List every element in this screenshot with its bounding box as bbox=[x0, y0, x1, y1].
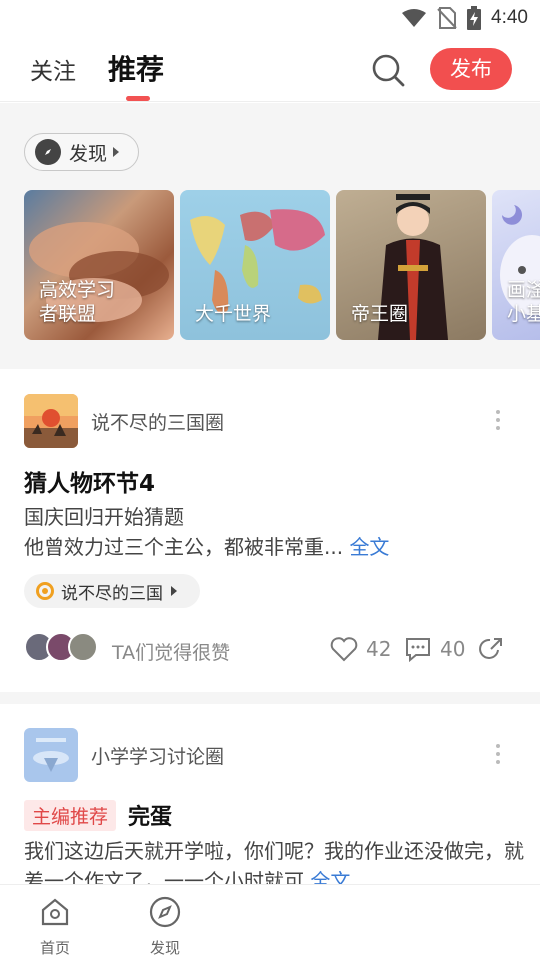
battery-charging-icon bbox=[467, 6, 482, 30]
search-icon[interactable] bbox=[368, 50, 408, 90]
tab-follow[interactable]: 关注 bbox=[30, 52, 76, 86]
compass-icon bbox=[35, 139, 61, 165]
compass-icon bbox=[149, 896, 181, 928]
liker-avatars[interactable] bbox=[24, 632, 104, 664]
home-icon bbox=[41, 898, 69, 926]
circle-card-label: 帝王圈 bbox=[351, 303, 409, 325]
like-button[interactable]: 42 bbox=[330, 636, 391, 662]
more-options-icon[interactable] bbox=[494, 744, 502, 766]
circle-card-label: 高效学习 者联盟 bbox=[39, 279, 116, 325]
status-bar: 4:40 bbox=[0, 0, 540, 36]
discover-button[interactable]: 发现 bbox=[24, 133, 139, 171]
circle-avatar[interactable] bbox=[24, 728, 78, 782]
publish-button[interactable]: 发布 bbox=[430, 48, 512, 90]
tab-recommend[interactable]: 推荐 bbox=[108, 48, 164, 88]
circle-card-emperor[interactable]: 帝王圈 bbox=[336, 190, 486, 340]
top-nav: 关注 推荐 发布 bbox=[0, 36, 540, 102]
post-body-line: 国庆回归开始猜题 bbox=[24, 505, 184, 529]
bottom-nav: 首页 发现 bbox=[0, 884, 540, 960]
heart-icon bbox=[330, 637, 358, 662]
circle-card-study[interactable]: 高效学习 者联盟 bbox=[24, 190, 174, 340]
post-body-line: 他曾效力过三个主公，都被非常重... 全文 bbox=[24, 532, 524, 562]
nav-discover[interactable]: 发现 bbox=[130, 895, 200, 958]
circle-name[interactable]: 小学学习讨论圈 bbox=[91, 742, 224, 769]
post-title[interactable]: 完蛋 bbox=[128, 799, 172, 831]
status-icons: 4:40 bbox=[401, 5, 528, 31]
circle-card-label: 大千世界 bbox=[195, 303, 272, 325]
wifi-icon bbox=[402, 9, 427, 27]
status-time: 4:40 bbox=[491, 7, 528, 28]
section-divider bbox=[0, 692, 540, 704]
nav-label: 首页 bbox=[39, 939, 70, 957]
avatar bbox=[68, 632, 98, 662]
more-options-icon[interactable] bbox=[494, 410, 502, 432]
comment-count: 40 bbox=[440, 637, 466, 661]
circle-avatar[interactable] bbox=[24, 394, 78, 448]
topic-icon bbox=[36, 582, 54, 600]
post-body-text: 他曾效力过三个主公，都被非常重... bbox=[24, 535, 344, 559]
post-body[interactable]: 国庆回归开始猜题 他曾效力过三个主公，都被非常重... 全文 bbox=[24, 502, 524, 562]
circle-card-label: 画滏 小基 bbox=[507, 279, 540, 325]
post-card[interactable]: 小学学习讨论圈 主编推荐 完蛋 我们这边后天就开学啦，你们呢？我的作业还没做完，… bbox=[0, 704, 540, 893]
like-count: 42 bbox=[366, 637, 392, 661]
active-tab-indicator bbox=[126, 96, 150, 101]
discover-section: 发现 高效学习 者联盟 大千世界 帝王圈 画滏 小基 bbox=[0, 103, 540, 369]
post-title[interactable]: 猜人物环节4 bbox=[24, 464, 155, 498]
chevron-right-icon bbox=[113, 147, 120, 157]
circle-card-drawing[interactable]: 画滏 小基 bbox=[492, 190, 540, 340]
editor-pick-badge: 主编推荐 bbox=[24, 800, 117, 831]
topic-chip[interactable]: 说不尽的三国 bbox=[24, 574, 200, 608]
nav-home[interactable]: 首页 bbox=[20, 895, 90, 958]
comment-icon bbox=[406, 638, 430, 662]
nav-label: 发现 bbox=[149, 939, 180, 957]
circle-name[interactable]: 说不尽的三国圈 bbox=[91, 408, 224, 435]
post-card[interactable]: 说不尽的三国圈 猜人物环节4 国庆回归开始猜题 他曾效力过三个主公，都被非常重.… bbox=[0, 370, 540, 692]
discover-label: 发现 bbox=[69, 142, 108, 165]
no-sim-icon bbox=[437, 7, 457, 29]
likers-text: TA们觉得很赞 bbox=[112, 642, 231, 664]
circle-card-world[interactable]: 大千世界 bbox=[180, 190, 330, 340]
topic-label: 说不尽的三国 bbox=[61, 583, 163, 604]
comment-button[interactable]: 40 bbox=[404, 636, 465, 662]
chevron-right-icon bbox=[171, 586, 177, 596]
share-icon[interactable] bbox=[478, 636, 504, 662]
full-text-link[interactable]: 全文 bbox=[349, 535, 389, 559]
